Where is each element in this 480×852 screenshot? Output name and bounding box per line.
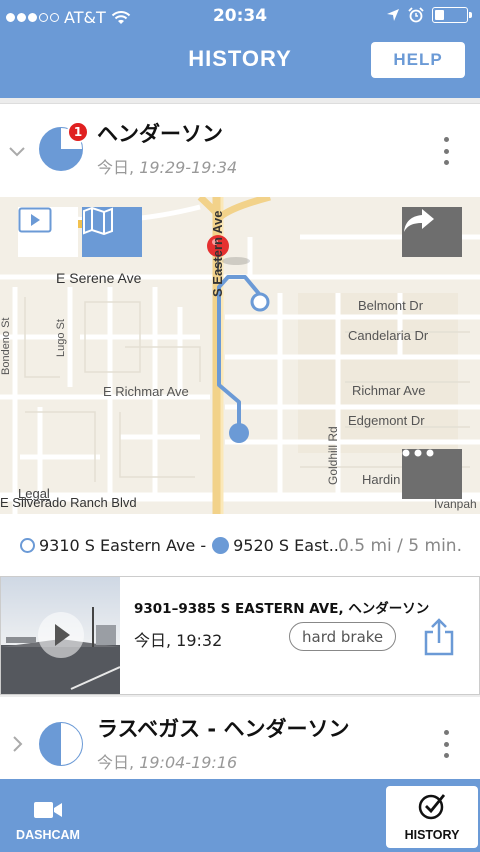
share-upload-icon[interactable]	[423, 618, 455, 656]
more-options-icon[interactable]	[442, 137, 450, 165]
event-card[interactable]: 9301–9385 S EASTERN AVE, ヘンダーソン 今日, 19:3…	[0, 576, 480, 695]
street-label: E Serene Ave	[56, 270, 142, 286]
street-label: Belmont Dr	[358, 298, 424, 313]
notification-badge: 1	[67, 121, 89, 143]
street-label: Edgemont Dr	[348, 413, 425, 428]
tab-bar: DASHCAM HISTORY	[0, 779, 480, 852]
legal-link[interactable]: Legal	[18, 486, 50, 501]
share-route-button[interactable]	[402, 207, 462, 257]
tab-dashcam[interactable]: DASHCAM	[2, 786, 94, 848]
trip-progress-icon	[39, 722, 83, 766]
street-label: Bondeno St	[0, 317, 12, 376]
street-label: Goldhill Rd	[326, 426, 340, 485]
play-route-button[interactable]	[18, 207, 78, 257]
event-address: 9301–9385 S EASTERN AVE, ヘンダーソン	[134, 601, 430, 617]
tab-label: DASHCAM	[16, 828, 80, 842]
share-arrow-icon	[404, 209, 434, 232]
start-address: 9310 S Eastern Ave -	[39, 536, 207, 555]
event-tag: hard brake	[289, 622, 397, 651]
trip-name: ラスベガス - ヘンダーソン	[97, 717, 350, 741]
street-label: Richmar Ave	[352, 383, 426, 398]
route-summary: 9310 S Eastern Ave - 9520 S East... 0.5 …	[0, 514, 480, 576]
trip-time: 今日, 19:04-19:16	[97, 753, 238, 772]
help-button[interactable]: HELP	[371, 42, 465, 78]
chevron-down-icon[interactable]	[8, 142, 26, 160]
check-circle-icon	[418, 794, 446, 820]
end-address: 9520 S East...	[233, 536, 344, 555]
street-label: Ivanpah	[434, 497, 477, 511]
alarm-icon	[408, 7, 424, 23]
app-header: AT&T 20:34 HISTORY HELP	[0, 0, 480, 98]
end-marker-icon	[212, 537, 230, 554]
trip-time: 今日, 19:29-19:34	[97, 158, 238, 177]
location-arrow-icon	[387, 9, 399, 21]
start-marker-icon	[20, 538, 35, 553]
chevron-right-icon[interactable]	[8, 735, 26, 753]
tab-label: HISTORY	[404, 828, 460, 842]
map-view-button[interactable]	[82, 207, 142, 257]
event-time: 今日, 19:32	[134, 631, 223, 650]
status-bar: AT&T 20:34	[0, 0, 480, 36]
trip-name: ヘンダーソン	[97, 122, 223, 146]
route-map[interactable]: E Serene Ave S Eastern Ave Belmont Dr Ca…	[0, 197, 480, 514]
street-label: Lugo St	[55, 319, 67, 357]
street-label: Candelaria Dr	[348, 328, 429, 343]
ellipsis-icon	[402, 449, 434, 457]
trip-row[interactable]: ラスベガス - ヘンダーソン 今日, 19:04-19:16	[0, 697, 480, 779]
map-icon	[83, 207, 113, 235]
trip-row[interactable]: 1 ヘンダーソン 今日, 19:29-19:34	[0, 103, 480, 197]
battery-icon	[432, 7, 472, 23]
street-label: E Richmar Ave	[103, 384, 189, 399]
tab-history[interactable]: HISTORY	[386, 786, 478, 848]
video-camera-icon	[34, 802, 62, 818]
play-video-icon	[18, 207, 52, 233]
street-label: S Eastern Ave	[210, 210, 225, 297]
video-thumbnail[interactable]	[1, 577, 120, 694]
more-options-icon[interactable]	[442, 730, 450, 758]
map-more-button[interactable]	[402, 449, 462, 499]
distance-duration: 0.5 mi / 5 min.	[338, 536, 462, 556]
